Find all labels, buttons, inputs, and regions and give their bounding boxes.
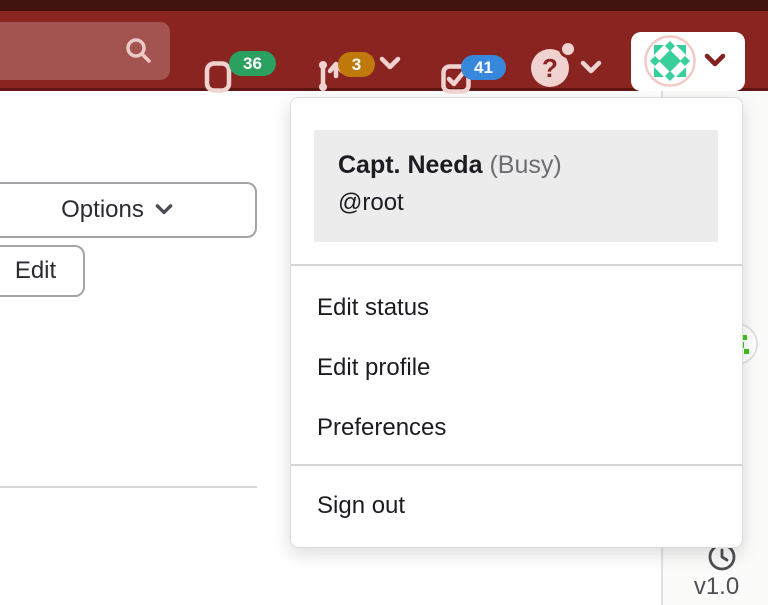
user-username: @root [338,184,718,222]
issues-counter-button[interactable]: 36 [204,37,232,117]
user-status: (Busy) [489,151,561,179]
menu-item-sign-out[interactable]: Sign out [291,475,742,537]
issues-icon [204,61,232,93]
notification-dot [559,40,577,58]
options-button[interactable]: Options [0,182,257,238]
user-menu-dropdown: Capt. Needa (Busy) @root Edit status Edi… [290,97,743,548]
todos-count-badge: 41 [461,55,506,80]
user-avatar-button[interactable] [631,32,745,91]
topbar-accent-strip [0,0,768,11]
menu-divider [291,464,742,466]
chevron-down-icon [703,53,727,69]
menu-item-preferences[interactable]: Preferences [291,398,742,458]
issues-count-badge: 36 [229,51,276,76]
user-avatar [644,35,696,87]
help-button[interactable]: ? [531,49,601,89]
topbar: 36 3 41 ? [0,11,768,91]
version-label: v1.0 [663,573,768,601]
user-display-name: Capt. Needa [338,151,482,179]
chevron-down-icon [579,60,603,76]
options-button-label: Options [61,196,144,224]
menu-divider [291,264,742,266]
edit-button-label: Edit [15,257,56,285]
merge-requests-count-badge: 3 [338,52,375,77]
menu-item-edit-status[interactable]: Edit status [291,278,742,338]
merge-requests-counter-button[interactable]: 3 [315,36,351,116]
todos-counter-button[interactable]: 41 [441,39,471,119]
search-icon [124,36,154,66]
chevron-down-icon [378,56,402,72]
chevron-down-icon [154,203,174,217]
user-menu-header: Capt. Needa (Busy) @root [314,130,718,242]
search-input[interactable] [0,22,170,80]
screen: 36 3 41 ? [0,0,768,605]
menu-item-edit-profile[interactable]: Edit profile [291,338,742,398]
content-divider [0,486,257,488]
edit-button[interactable]: Edit [0,245,85,297]
